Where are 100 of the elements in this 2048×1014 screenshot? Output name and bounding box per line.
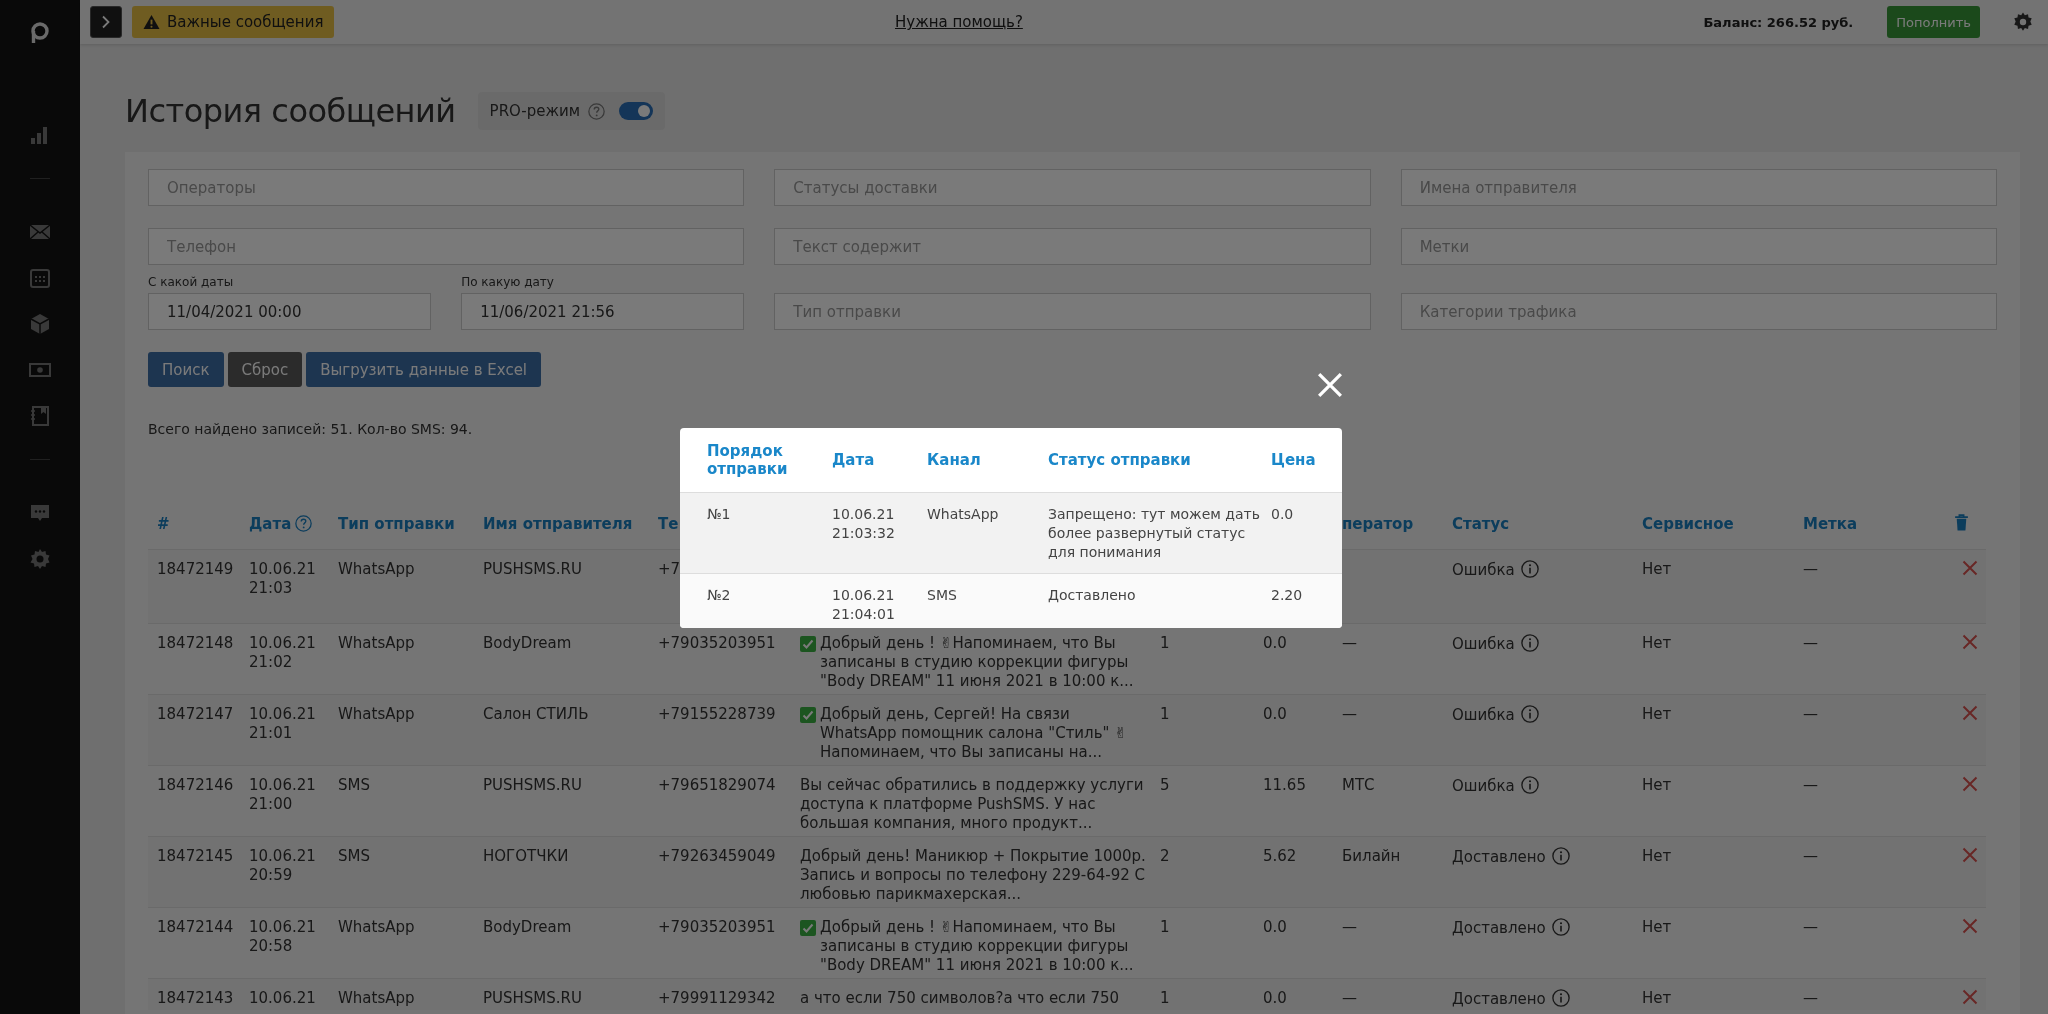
- sidebar-toggle-button[interactable]: [90, 6, 122, 38]
- table-cell[interactable]: 18472149: [157, 560, 234, 578]
- info-icon: [1551, 918, 1570, 936]
- table-cell: Нет: [1642, 847, 1672, 865]
- summary-text: Всего найдено записей: 51. Кол-во SMS: 94.: [148, 421, 474, 437]
- logo-icon[interactable]: [28, 21, 52, 45]
- status-text: Доставлено: [1452, 990, 1546, 1008]
- notebook-icon[interactable]: [28, 404, 52, 428]
- alerts-button[interactable]: Важные сообщения: [132, 6, 335, 38]
- action-button[interactable]: Поиск: [148, 352, 224, 387]
- table-cell: +7: [658, 560, 681, 578]
- column-header: Дата: [832, 451, 875, 469]
- delete-button[interactable]: [1962, 560, 1978, 576]
- delete-button[interactable]: [1962, 918, 1978, 934]
- table-cell: 10.06.21 21:00: [249, 776, 316, 813]
- delete-button[interactable]: [1962, 705, 1978, 721]
- box-icon[interactable]: [28, 312, 52, 336]
- table-cell: 0.0: [1263, 705, 1287, 723]
- close-button[interactable]: [1317, 372, 1343, 398]
- message-text: Добрый день! Маникюр + Покрытие 1000р. Запись и вопросы по телефону 229-64-92 С любовью парикмахерская...: [800, 847, 1147, 904]
- column-header[interactable]: Сервисное: [1642, 515, 1734, 533]
- help-icon: [588, 102, 606, 120]
- message-text: Добрый день, Сергей! На связи WhatsApp помощник салона "Стиль" ✌Напоминаем, что Вы записаны на...: [820, 705, 1128, 762]
- table-cell: +79651829074: [658, 776, 776, 794]
- table-cell: —: [1803, 989, 1818, 1007]
- settings-icon[interactable]: [28, 547, 52, 571]
- table-cell: +79263459049: [658, 847, 776, 865]
- action-button[interactable]: Сброс: [227, 352, 303, 387]
- table-cell: Запрещено: тут можем дать более развернутый статус для понимания: [1048, 506, 1260, 560]
- table-cell[interactable]: 18472144: [157, 918, 234, 936]
- pro-mode-toggle[interactable]: [619, 102, 654, 120]
- column-header[interactable]: Те: [658, 515, 679, 533]
- delete-button[interactable]: [1962, 634, 1978, 650]
- top-up-button[interactable]: Пополнить: [1887, 6, 1980, 38]
- column-header[interactable]: Тип отправки: [338, 515, 455, 533]
- table-cell: PUSHSMS.RU: [483, 989, 582, 1007]
- help-icon: [295, 515, 313, 532]
- message-text: Вы сейчас обратились в поддержку услуги доступа к платформе PushSMS. У нас большая компания, много продукт...: [800, 776, 1145, 833]
- table-cell: SMS: [338, 776, 370, 794]
- table-cell: WhatsApp: [927, 506, 999, 522]
- table-cell: Салон СТИЛЬ: [483, 705, 589, 723]
- table-cell: Нет: [1642, 560, 1672, 578]
- action-button[interactable]: Выгрузить данные в Excel: [306, 352, 542, 387]
- info-icon: [1520, 560, 1539, 578]
- column-header[interactable]: Метка: [1803, 515, 1858, 533]
- table-cell: 1: [1160, 634, 1170, 652]
- table-cell: 10.06.21 21:04:01: [832, 587, 895, 622]
- table-cell[interactable]: 18472143: [157, 989, 234, 1007]
- table-cell: +79035203951: [658, 918, 776, 936]
- info-icon: [1520, 776, 1539, 794]
- table-cell: №1: [707, 506, 731, 522]
- warning-icon: [143, 14, 160, 30]
- table-cell: —: [1342, 918, 1357, 936]
- delete-button[interactable]: [1962, 776, 1978, 792]
- column-header[interactable]: Статус: [1452, 515, 1510, 533]
- delete-button[interactable]: [1962, 989, 1978, 1005]
- table-cell: —: [1342, 989, 1357, 1007]
- pro-mode-label: PRO-режим: [489, 102, 581, 120]
- column-header[interactable]: Имя отправителя: [483, 515, 633, 533]
- table-cell: 1: [1160, 918, 1170, 936]
- status-text: Доставлено: [1452, 919, 1546, 937]
- column-header[interactable]: #: [157, 515, 170, 533]
- info-icon: [1520, 705, 1539, 723]
- table-cell: —: [1342, 705, 1357, 723]
- column-header[interactable]: Дата: [249, 515, 292, 533]
- table-cell: 0.0: [1263, 634, 1287, 652]
- table-cell: PUSHSMS.RU: [483, 560, 582, 578]
- table-cell[interactable]: 18472148: [157, 634, 234, 652]
- table-cell: 5: [1160, 776, 1170, 794]
- table-cell: 10.06.21: [249, 989, 316, 1007]
- table-cell: —: [1803, 634, 1818, 652]
- table-cell: Билайн: [1342, 847, 1401, 865]
- table-cell[interactable]: 18472147: [157, 705, 234, 723]
- table-cell: 10.06.21 21:01: [249, 705, 316, 742]
- table-cell: +79035203951: [658, 634, 776, 652]
- calendar-icon[interactable]: [28, 266, 52, 290]
- settings-icon[interactable]: [2012, 11, 2034, 33]
- column-header[interactable]: ператор: [1342, 515, 1414, 533]
- table-cell: 10.06.21 20:58: [249, 918, 316, 955]
- table-cell: WhatsApp: [338, 989, 415, 1007]
- table-cell: 10.06.21 21:03: [249, 560, 316, 597]
- table-cell: Доставлено: [1048, 587, 1136, 603]
- table-cell: BodyDream: [483, 634, 572, 652]
- table-cell: 10.06.21 21:03:32: [832, 506, 895, 541]
- table-cell: —: [1342, 634, 1357, 652]
- table-cell: 11.65: [1263, 776, 1306, 794]
- help-link[interactable]: Нужна помощь?: [895, 13, 1023, 31]
- table-cell: 0.0: [1263, 918, 1287, 936]
- status-text: Ошибка: [1452, 777, 1515, 795]
- table-cell[interactable]: 18472145: [157, 847, 234, 865]
- date-field[interactable]: 11/04/2021 00:00: [148, 293, 432, 330]
- delete-button[interactable]: [1962, 847, 1978, 863]
- table-cell: 0.0: [1271, 506, 1294, 522]
- status-text: Ошибка: [1452, 561, 1515, 579]
- trash-icon[interactable]: [1954, 514, 1969, 531]
- table-cell[interactable]: 18472146: [157, 776, 234, 794]
- date-field[interactable]: 11/06/2021 21:56: [461, 293, 745, 330]
- status-text: Ошибка: [1452, 706, 1515, 724]
- column-header: Канал: [927, 451, 981, 469]
- table-cell: Нет: [1642, 918, 1672, 936]
